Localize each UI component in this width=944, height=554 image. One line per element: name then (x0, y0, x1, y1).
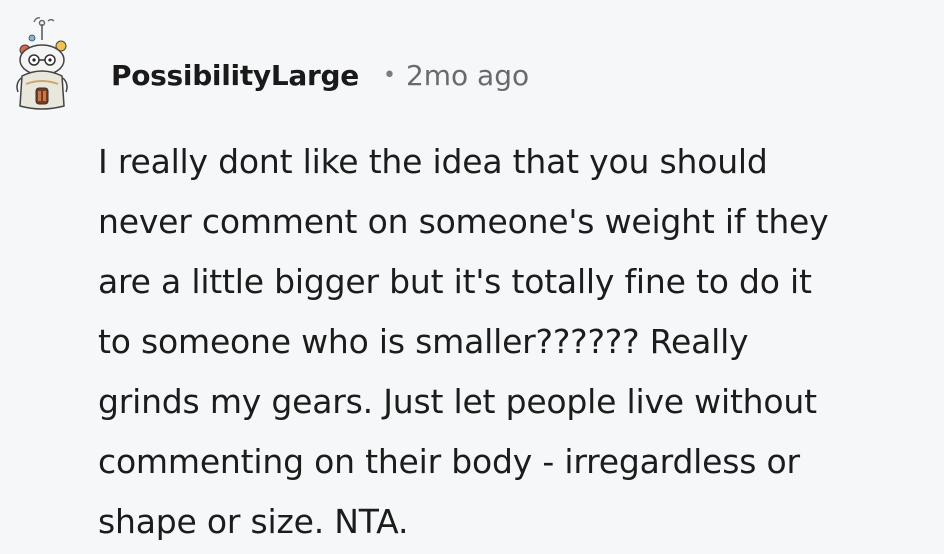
comment-header: PossibilityLarge • 2mo ago (111, 55, 529, 95)
comment-body-line: to someone who is smaller?????? Really (98, 322, 749, 361)
comment-body: I really dont like the idea that you sho… (98, 132, 928, 552)
comment-body-line: I really dont like the idea that you sho… (98, 142, 768, 181)
comment-body-line: shape or size. NTA. (98, 502, 409, 541)
comment-body-line: are a little bigger but it's totally fin… (98, 262, 812, 301)
separator-dot: • (382, 62, 396, 88)
comment: PossibilityLarge • 2mo ago I really dont… (0, 0, 944, 554)
user-avatar-icon[interactable] (12, 14, 76, 112)
comment-body-line: never comment on someone's weight if the… (98, 202, 829, 241)
comment-body-line: commenting on their body - irregardless … (98, 442, 800, 481)
comment-body-line: grinds my gears. Just let people live wi… (98, 382, 817, 421)
username-link[interactable]: PossibilityLarge (111, 59, 359, 92)
timestamp[interactable]: 2mo ago (406, 59, 529, 92)
